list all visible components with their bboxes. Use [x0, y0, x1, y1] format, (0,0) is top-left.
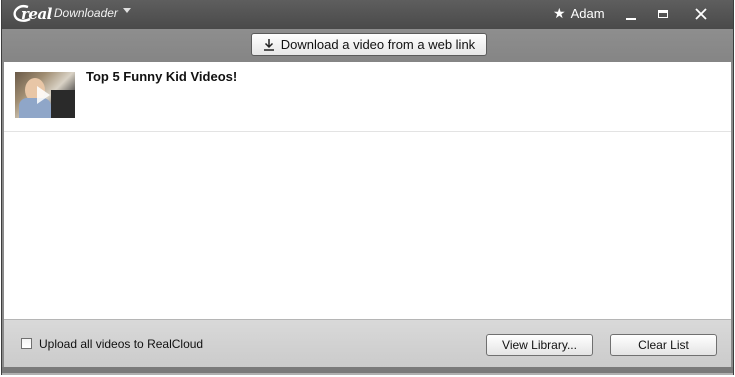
user-name: Adam [570, 6, 605, 21]
clear-list-button[interactable]: Clear List [610, 334, 717, 356]
upload-realcloud-label[interactable]: Upload all videos to RealCloud [39, 337, 203, 351]
user-account[interactable]: ★ Adam [553, 5, 605, 22]
download-from-link-label: Download a video from a web link [280, 37, 476, 52]
app-logo[interactable]: real Downloader [12, 4, 118, 24]
minimize-button[interactable] [618, 4, 644, 24]
video-title: Top 5 Funny Kid Videos! [86, 69, 238, 84]
close-button[interactable] [688, 4, 714, 24]
upload-realcloud-checkbox[interactable] [21, 338, 32, 349]
download-from-link-button[interactable]: Download a video from a web link [251, 33, 487, 56]
window-bottom-border [2, 373, 733, 375]
video-thumbnail[interactable] [15, 72, 75, 118]
download-list[interactable]: Top 5 Funny Kid Videos! [4, 62, 731, 319]
footer-bar: Upload all videos to RealCloud View Libr… [4, 319, 731, 367]
realdownloader-window: real Downloader ★ Adam Download a video … [1, 0, 734, 375]
minimize-icon [626, 17, 636, 20]
list-item[interactable]: Top 5 Funny Kid Videos! [4, 62, 731, 132]
star-icon: ★ [553, 5, 566, 21]
play-icon [37, 86, 50, 104]
view-library-label: View Library... [502, 338, 577, 352]
logo-downloader-text: Downloader [53, 6, 118, 20]
logo-swoosh-icon [13, 5, 31, 22]
clear-list-label: Clear List [638, 338, 689, 352]
app-menu-chevron-down-icon[interactable] [123, 8, 131, 13]
view-library-button[interactable]: View Library... [486, 334, 593, 356]
thumbnail-background [51, 90, 75, 118]
download-icon [263, 39, 274, 51]
toolbar: Download a video from a web link [2, 29, 733, 62]
close-icon [695, 8, 707, 20]
title-bar[interactable]: real Downloader ★ Adam [2, 0, 733, 29]
maximize-button[interactable] [650, 4, 676, 24]
maximize-icon [658, 10, 668, 18]
